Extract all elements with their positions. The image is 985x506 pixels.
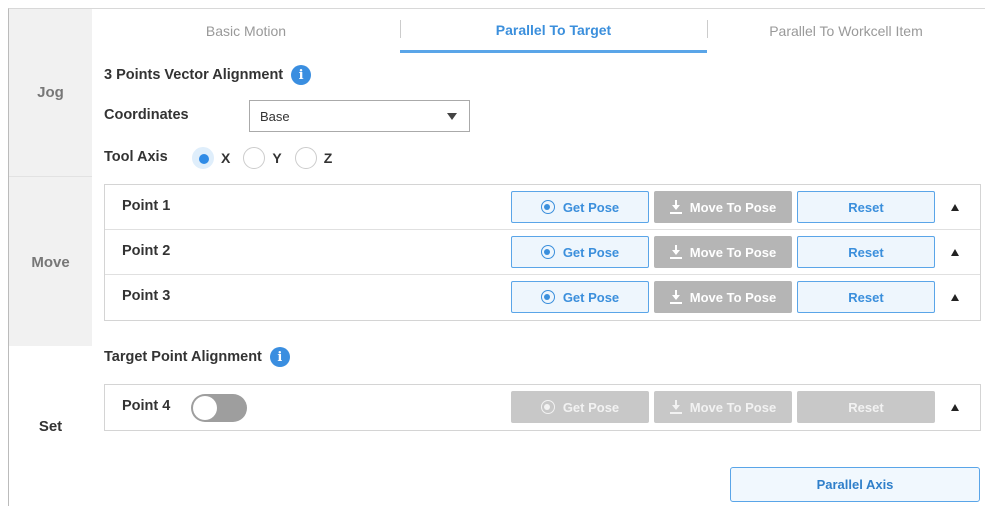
tab-parallel-to-target[interactable]: Parallel To Target xyxy=(400,9,707,53)
radio-checked-icon xyxy=(192,147,214,169)
get-pose-button[interactable]: Get Pose xyxy=(511,281,649,313)
collapse-up-icon[interactable] xyxy=(951,204,959,211)
radio-axis-z[interactable]: Z xyxy=(294,147,333,169)
point-row-2: Point 2 Get Pose Move To Pose Reset xyxy=(105,230,980,275)
move-to-pose-button[interactable]: Move To Pose xyxy=(654,281,792,313)
target-icon xyxy=(540,400,555,414)
point-label: Point 2 xyxy=(122,243,171,259)
radio-unchecked-icon xyxy=(243,147,266,169)
reset-button[interactable]: Reset xyxy=(797,391,935,423)
button-label: Reset xyxy=(848,199,884,215)
get-pose-button[interactable]: Get Pose xyxy=(511,391,649,423)
section-title-target-point: Target Point Alignment i xyxy=(104,347,290,367)
reset-button[interactable]: Reset xyxy=(797,281,935,313)
point-row-4: Point 4 Get Pose Move To Pose Reset xyxy=(105,385,980,430)
coordinates-select[interactable]: Base xyxy=(249,100,470,132)
points-panel: Point 1 Get Pose Move To Pose Reset Poin… xyxy=(104,184,981,321)
point-row-1: Point 1 Get Pose Move To Pose Reset xyxy=(105,185,980,230)
info-icon[interactable]: i xyxy=(269,347,290,367)
tab-label: Basic Motion xyxy=(205,23,287,39)
reset-button[interactable]: Reset xyxy=(797,191,935,223)
caret-down-icon xyxy=(447,113,457,120)
point-label: Point 3 xyxy=(122,288,171,304)
target-icon xyxy=(540,290,555,304)
point-label: Point 1 xyxy=(122,198,171,214)
button-label: Get Pose xyxy=(562,199,620,215)
collapse-up-icon[interactable] xyxy=(951,404,959,411)
button-label: Get Pose xyxy=(562,289,620,305)
tab-bar: Basic Motion Parallel To Target Parallel… xyxy=(92,9,985,53)
get-pose-button[interactable]: Get Pose xyxy=(511,191,649,223)
download-icon xyxy=(669,245,682,259)
collapse-up-icon[interactable] xyxy=(951,249,959,256)
coordinates-label: Coordinates xyxy=(104,107,189,123)
coordinates-value: Base xyxy=(260,108,290,124)
radio-label: Z xyxy=(323,150,333,166)
button-label: Move To Pose xyxy=(689,244,777,260)
radio-label: X xyxy=(221,150,231,166)
tab-parallel-to-workcell-item[interactable]: Parallel To Workcell Item xyxy=(707,9,985,53)
tool-axis-radio-group: X Y Z xyxy=(192,147,345,169)
parallel-axis-button[interactable]: Parallel Axis xyxy=(730,467,980,502)
target-icon xyxy=(540,200,555,214)
button-label: Reset xyxy=(848,244,884,260)
button-label: Move To Pose xyxy=(689,289,777,305)
point-label: Point 4 xyxy=(122,398,171,414)
move-to-pose-button[interactable]: Move To Pose xyxy=(654,236,792,268)
download-icon xyxy=(669,290,682,304)
button-label: Move To Pose xyxy=(689,199,777,215)
section-title-text: 3 Points Vector Alignment xyxy=(104,67,284,83)
tab-label: Parallel To Target xyxy=(495,21,612,38)
point-row-3: Point 3 Get Pose Move To Pose Reset xyxy=(105,275,980,320)
radio-label: Y xyxy=(272,150,282,166)
tab-label: Parallel To Workcell Item xyxy=(769,23,923,39)
sidebar-item-label: Jog xyxy=(37,84,64,101)
target-icon xyxy=(540,245,555,259)
button-label: Get Pose xyxy=(562,244,620,260)
button-label: Reset xyxy=(848,399,884,415)
radio-axis-x[interactable]: X xyxy=(192,147,230,169)
sidebar: Jog Move Set xyxy=(9,9,92,506)
move-to-pose-button[interactable]: Move To Pose xyxy=(654,391,792,423)
reset-button[interactable]: Reset xyxy=(797,236,935,268)
info-icon[interactable]: i xyxy=(291,65,312,85)
move-to-pose-button[interactable]: Move To Pose xyxy=(654,191,792,223)
point4-toggle[interactable] xyxy=(191,394,247,422)
point4-panel: Point 4 Get Pose Move To Pose Reset xyxy=(104,384,981,431)
get-pose-button[interactable]: Get Pose xyxy=(511,236,649,268)
section-title-3-points: 3 Points Vector Alignment i xyxy=(104,65,312,85)
sidebar-item-jog[interactable]: Jog xyxy=(9,9,92,177)
toggle-knob xyxy=(193,396,217,420)
tool-axis-label: Tool Axis xyxy=(104,149,168,165)
download-icon xyxy=(669,200,682,214)
sidebar-item-move[interactable]: Move xyxy=(9,178,92,346)
section-title-text: Target Point Alignment xyxy=(104,349,262,365)
tab-basic-motion[interactable]: Basic Motion xyxy=(92,9,400,53)
radio-unchecked-icon xyxy=(294,147,317,169)
button-label: Reset xyxy=(848,289,884,305)
button-label: Get Pose xyxy=(562,399,620,415)
sidebar-item-label: Move xyxy=(31,253,70,271)
sidebar-item-label: Set xyxy=(38,417,63,435)
radio-axis-y[interactable]: Y xyxy=(243,147,282,169)
button-label: Move To Pose xyxy=(689,399,777,415)
sidebar-item-set[interactable]: Set xyxy=(9,346,92,506)
download-icon xyxy=(669,400,682,414)
collapse-up-icon[interactable] xyxy=(951,294,959,301)
